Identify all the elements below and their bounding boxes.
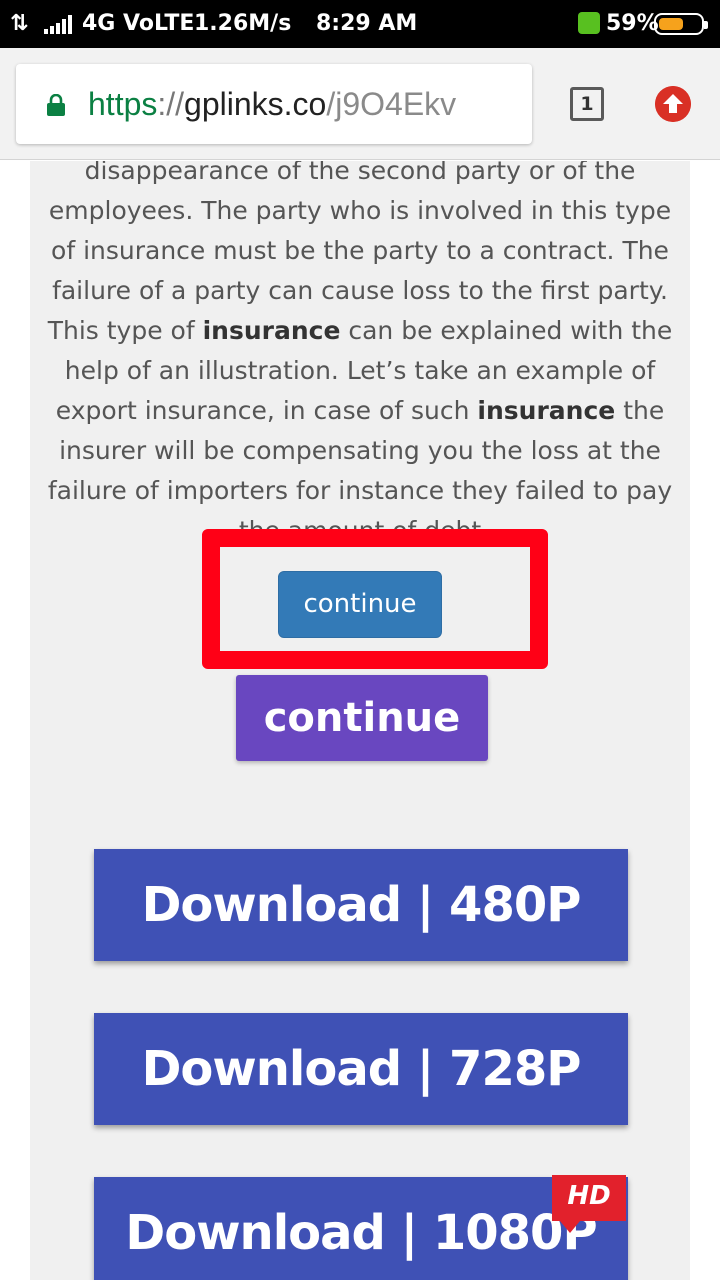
continue-button-purple[interactable]: continue — [236, 675, 488, 761]
article-line: export insurance, in case of such insura… — [38, 391, 682, 431]
article-line: insurer will be compensating you the los… — [59, 436, 661, 465]
article-line: failure of a party can cause loss to the… — [52, 276, 668, 305]
url-separator: :// — [157, 86, 185, 122]
battery-percent: 59% — [606, 11, 659, 36]
url-path: /j9O4Ekv — [326, 86, 457, 122]
article-line: of insurance must be the party to a cont… — [51, 236, 669, 265]
article-line: disappearance of the second party or of … — [84, 161, 636, 185]
hd-badge: HD — [552, 1175, 626, 1233]
network-type: 4G VoLTE — [82, 11, 195, 36]
signal-strength-icon — [44, 14, 72, 34]
upload-icon[interactable] — [655, 86, 691, 122]
network-speed: 1.26M/s — [194, 11, 292, 36]
article-text-span: This type of — [47, 316, 203, 345]
url-scheme: https — [88, 86, 158, 122]
tab-switcher-button[interactable]: 1 — [570, 87, 604, 121]
article-text: disappearance of the second party or of … — [30, 161, 690, 533]
download-480p-button[interactable]: Download | 480P — [94, 849, 628, 961]
article-line: help of an illustration. Let’s take an e… — [64, 356, 656, 385]
status-bar: ⇅ 4G VoLTE 1.26M/s 8:29 AM 59% — [0, 0, 720, 48]
download-1080p-button[interactable]: Download | 1080P — [94, 1177, 628, 1280]
browser-toolbar: https://gplinks.co/j9O4Ekv 1 — [0, 48, 720, 160]
address-bar[interactable]: https://gplinks.co/j9O4Ekv — [16, 64, 532, 144]
article-text-span: the — [615, 396, 665, 425]
page-content: disappearance of the second party or of … — [30, 161, 690, 1280]
hd-badge-label: HD — [567, 1181, 611, 1211]
article-text-span: can be explained with the — [340, 316, 673, 345]
continue-button[interactable]: continue — [278, 571, 442, 638]
article-text-span: export insurance, in case of such — [55, 396, 478, 425]
battery-icon — [654, 13, 708, 35]
article-line: This type of insurance can be explained … — [38, 311, 682, 351]
keyword-insurance: insurance — [202, 316, 341, 345]
url-text[interactable]: https://gplinks.co/j9O4Ekv — [88, 86, 456, 123]
article-clip: disappearance of the second party or of … — [30, 161, 690, 533]
article-line: employees. The party who is involved in … — [48, 196, 672, 225]
data-transfer-icon: ⇅ — [10, 11, 29, 36]
article-line: failure of importers for instance they f… — [47, 476, 673, 505]
keyword-insurance: insurance — [477, 396, 616, 425]
clock: 8:29 AM — [316, 11, 418, 36]
url-host: gplinks.co — [184, 86, 327, 122]
download-728p-button[interactable]: Download | 728P — [94, 1013, 628, 1125]
lock-icon — [47, 94, 65, 116]
notification-icon — [578, 12, 600, 34]
